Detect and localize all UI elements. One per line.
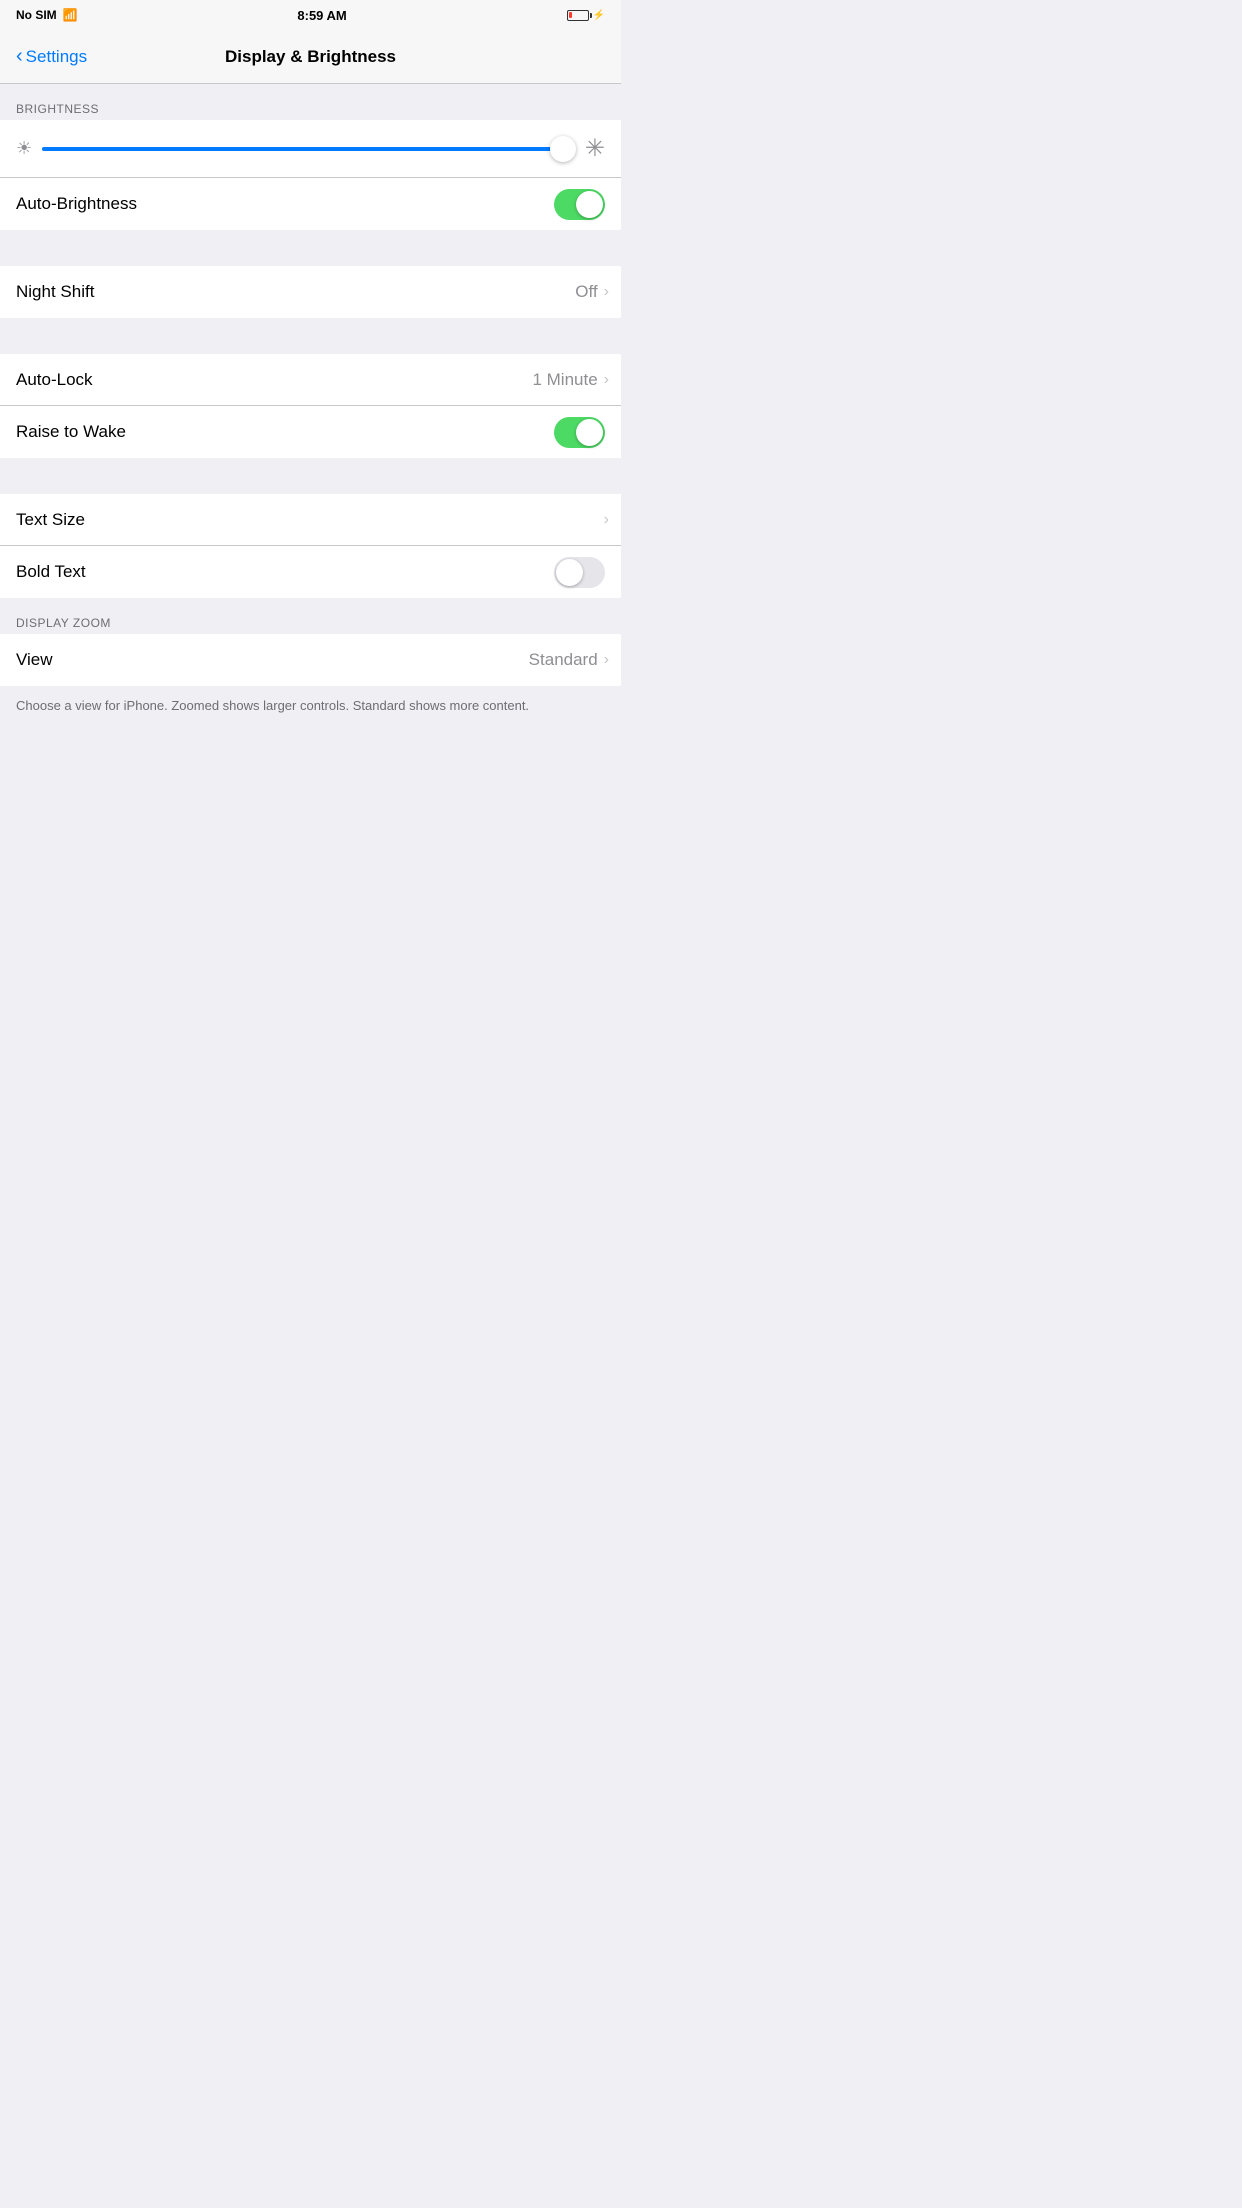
raise-to-wake-label: Raise to Wake xyxy=(16,422,126,442)
carrier-label: No SIM xyxy=(16,8,57,22)
night-shift-right: Off › xyxy=(575,282,605,302)
auto-lock-value: 1 Minute xyxy=(532,370,597,390)
display-zoom-header: DISPLAY ZOOM xyxy=(0,598,621,634)
night-shift-chevron: › xyxy=(604,283,609,301)
raise-to-wake-toggle[interactable] xyxy=(554,417,605,448)
raise-to-wake-thumb xyxy=(576,419,603,446)
brightness-section-header: BRIGHTNESS xyxy=(0,84,621,120)
back-button[interactable]: ‹ Settings xyxy=(16,47,87,67)
brightness-section-label: BRIGHTNESS xyxy=(16,102,99,116)
brightness-track[interactable] xyxy=(42,147,575,151)
view-value: Standard xyxy=(529,650,598,670)
auto-lock-row[interactable]: Auto-Lock 1 Minute › xyxy=(0,354,621,406)
text-group: Text Size › Bold Text xyxy=(0,494,621,598)
bold-text-row: Bold Text xyxy=(0,546,621,598)
status-time: 8:59 AM xyxy=(297,8,346,23)
display-zoom-group: View Standard › xyxy=(0,634,621,686)
night-shift-label: Night Shift xyxy=(16,282,94,302)
view-label: View xyxy=(16,650,53,670)
back-chevron-icon: ‹ xyxy=(16,46,23,66)
view-chevron: › xyxy=(604,651,609,669)
auto-lock-chevron: › xyxy=(604,371,609,389)
view-row[interactable]: View Standard › xyxy=(0,634,621,686)
lock-wake-group: Auto-Lock 1 Minute › Raise to Wake xyxy=(0,354,621,458)
battery-icon xyxy=(567,10,589,21)
bold-text-toggle[interactable] xyxy=(554,557,605,588)
auto-brightness-row: Auto-Brightness xyxy=(0,178,621,230)
gap-2 xyxy=(0,318,621,354)
brightness-slider-row[interactable]: ☀ ✳ xyxy=(0,120,621,178)
status-left: No SIM 📶 xyxy=(16,8,78,22)
text-size-chevron: › xyxy=(604,511,609,529)
view-right: Standard › xyxy=(529,650,605,670)
gap-3 xyxy=(0,458,621,494)
text-size-row[interactable]: Text Size › xyxy=(0,494,621,546)
page-title: Display & Brightness xyxy=(225,47,396,67)
charging-bolt: ⚡ xyxy=(593,10,605,21)
auto-lock-label: Auto-Lock xyxy=(16,370,93,390)
footer-note: Choose a view for iPhone. Zoomed shows l… xyxy=(0,686,621,736)
display-zoom-label: DISPLAY ZOOM xyxy=(16,616,111,630)
brightness-thumb[interactable] xyxy=(550,136,576,162)
sun-large-icon: ✳ xyxy=(585,134,605,163)
auto-brightness-label: Auto-Brightness xyxy=(16,194,137,214)
night-shift-value: Off xyxy=(575,282,597,302)
status-bar: No SIM 📶 8:59 AM ⚡ xyxy=(0,0,621,30)
brightness-group: ☀ ✳ Auto-Brightness xyxy=(0,120,621,230)
auto-brightness-thumb xyxy=(576,191,603,218)
night-shift-row[interactable]: Night Shift Off › xyxy=(0,266,621,318)
nav-bar: ‹ Settings Display & Brightness xyxy=(0,30,621,84)
sun-small-icon: ☀ xyxy=(16,138,32,159)
back-label: Settings xyxy=(26,47,87,67)
battery-fill xyxy=(569,12,572,18)
wifi-icon: 📶 xyxy=(63,8,78,22)
raise-to-wake-row: Raise to Wake xyxy=(0,406,621,458)
text-size-right: › xyxy=(604,511,605,529)
bold-text-thumb xyxy=(556,559,583,586)
auto-lock-right: 1 Minute › xyxy=(532,370,605,390)
auto-brightness-toggle[interactable] xyxy=(554,189,605,220)
gap-1 xyxy=(0,230,621,266)
footer-text: Choose a view for iPhone. Zoomed shows l… xyxy=(16,696,605,716)
bold-text-label: Bold Text xyxy=(16,562,86,582)
text-size-label: Text Size xyxy=(16,510,85,530)
night-shift-group: Night Shift Off › xyxy=(0,266,621,318)
status-right: ⚡ xyxy=(567,10,605,21)
